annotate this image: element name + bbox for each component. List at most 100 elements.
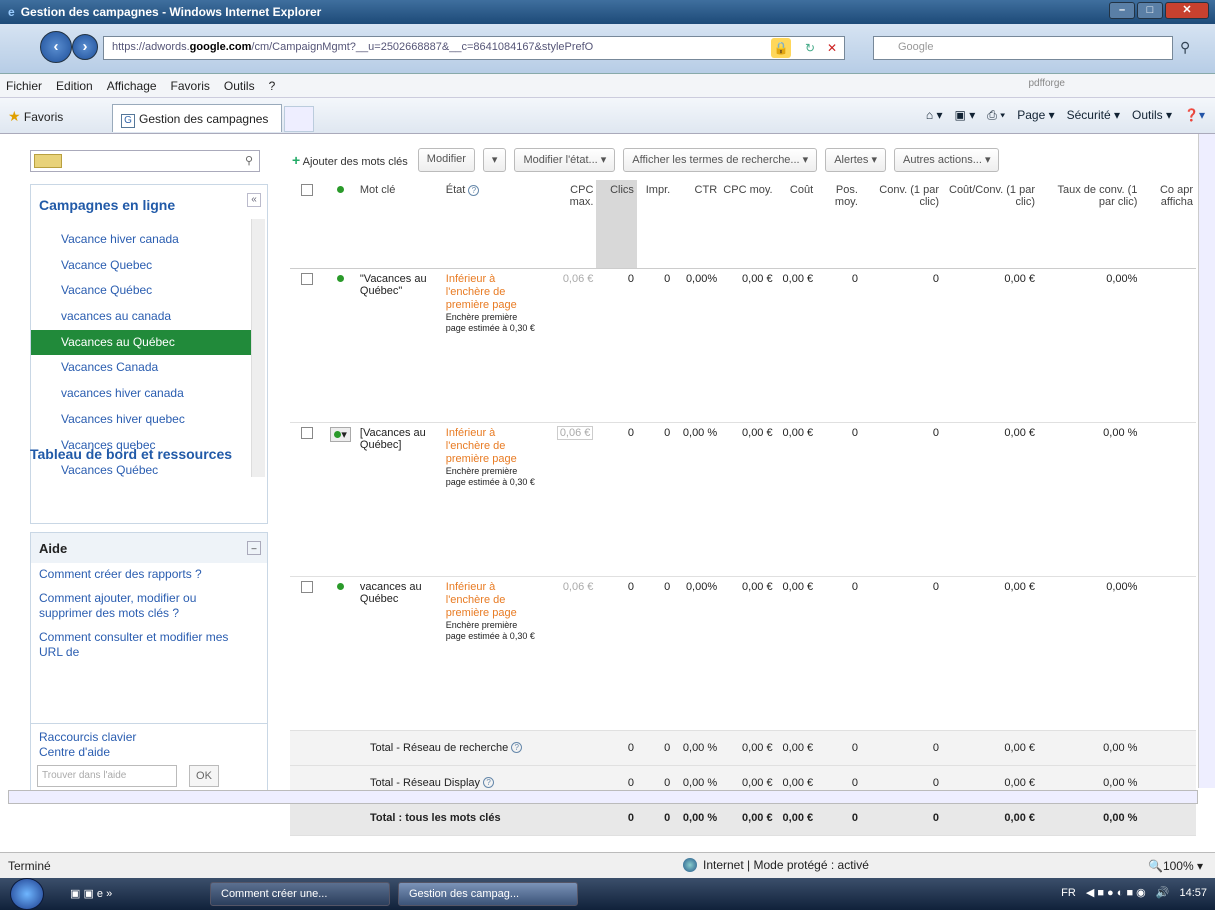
collapse-icon[interactable]: « [247, 193, 261, 207]
campaign-scrollbar[interactable] [251, 219, 265, 477]
back-button[interactable]: ‹ [40, 31, 72, 63]
menu-edition[interactable]: Edition [56, 79, 93, 93]
help-icon[interactable]: ❓▾ [1184, 108, 1205, 123]
col-keyword[interactable]: Mot clé [356, 180, 443, 269]
cpc-max-cell[interactable]: 0,06 € [540, 576, 597, 731]
alerts-button[interactable]: Alertes ▾ [825, 148, 887, 172]
menu-help[interactable]: ? [269, 79, 276, 93]
keyword-cell[interactable]: vacances au Québec [356, 576, 443, 731]
page-menu[interactable]: Page ▾ [1017, 108, 1054, 123]
cpc-max-cell[interactable]: 0,06 € [540, 268, 597, 423]
campaign-item[interactable]: vacances hiver canada [31, 381, 251, 407]
other-actions-button[interactable]: Autres actions... ▾ [894, 148, 1000, 172]
address-input[interactable]: https://adwords.google.com/cm/CampaignMg… [103, 36, 845, 60]
help-ok-button[interactable]: OK [189, 765, 219, 787]
campaign-item[interactable]: Vacances Canada [31, 355, 251, 381]
keyword-cell[interactable]: [Vacances au Québec] [356, 422, 443, 577]
row-checkbox[interactable] [301, 426, 314, 439]
modify-button[interactable]: Modifier [417, 148, 475, 172]
help-icon[interactable]: ? [511, 742, 523, 754]
col-extra[interactable]: Co apr afficha [1140, 180, 1196, 269]
horizontal-scrollbar[interactable] [8, 790, 1198, 804]
state-link[interactable]: Inférieur à l'enchère de première page [446, 581, 517, 619]
forward-button[interactable]: › [72, 34, 98, 60]
enabled-dot-icon[interactable] [337, 274, 345, 282]
security-zone[interactable]: Internet | Mode protégé : activé [683, 858, 869, 872]
menu-affichage[interactable]: Affichage [107, 79, 157, 93]
quicklaunch-icons[interactable]: ▣ ▣ e » [60, 882, 130, 906]
minimize-help-icon[interactable]: – [247, 541, 261, 555]
clock[interactable]: 14:57 [1179, 887, 1207, 899]
campaign-item[interactable]: Vacance hiver canada [31, 227, 251, 253]
status-dropdown[interactable]: ▾ [330, 426, 351, 442]
help-search-input[interactable]: Trouver dans l'aide [37, 765, 177, 787]
campaign-search-input[interactable]: ⚲ [30, 150, 260, 172]
menu-favoris[interactable]: Favoris [171, 79, 210, 93]
start-button[interactable] [10, 878, 44, 910]
help-link[interactable]: Comment consulter et modifier mes URL de [39, 630, 239, 660]
enabled-dot-icon[interactable] [337, 582, 345, 590]
col-cost[interactable]: Coût [775, 180, 817, 269]
state-link[interactable]: Inférieur à l'enchère de première page [446, 273, 517, 311]
state-link[interactable]: Inférieur à l'enchère de première page [446, 427, 517, 465]
help-link[interactable]: Comment ajouter, modifier ou supprimer d… [39, 591, 239, 621]
vertical-scrollbar[interactable] [1198, 134, 1215, 788]
modify-dropdown-icon[interactable]: ▾ [482, 148, 507, 172]
col-cpc-avg[interactable]: CPC moy. [720, 180, 776, 269]
select-all-checkbox[interactable] [301, 184, 314, 196]
search-icon[interactable]: ⚲ [245, 154, 253, 167]
keyword-cell[interactable]: "Vacances au Québec" [356, 268, 443, 423]
help-link[interactable]: Comment créer des rapports ? [39, 567, 239, 582]
taskbar-item[interactable]: Comment créer une... [210, 882, 390, 906]
dashboard-link[interactable]: Tableau de bord et ressources [30, 446, 232, 462]
campaign-item[interactable]: Vacance Québec [31, 278, 251, 304]
volume-icon[interactable]: 🔊 [1156, 886, 1170, 899]
col-conv-rate[interactable]: Taux de conv. (1 par clic) [1038, 180, 1141, 269]
col-cpc-max[interactable]: CPC max. [540, 180, 597, 269]
campaign-item[interactable]: Vacances hiver quebec [31, 407, 251, 433]
col-pos[interactable]: Pos. moy. [816, 180, 861, 269]
taskbar-item-active[interactable]: Gestion des campag... [398, 882, 578, 906]
cpc-max-cell[interactable]: 0,06 € [540, 422, 597, 577]
search-icon[interactable]: ⚲ [1180, 39, 1190, 56]
col-ctr[interactable]: CTR [673, 180, 721, 269]
campaign-item[interactable]: Vacance Quebec [31, 253, 251, 279]
campaign-item-selected[interactable]: Vacances au Québec [31, 329, 251, 356]
help-center-link[interactable]: Centre d'aide [39, 745, 259, 760]
row-checkbox[interactable] [301, 272, 314, 285]
add-keywords-button[interactable]: + Ajouter des mots clés [290, 148, 410, 172]
refresh-icon[interactable]: ↻ [800, 38, 820, 58]
close-button[interactable]: ✕ [1165, 2, 1209, 19]
security-menu[interactable]: Sécurité ▾ [1067, 108, 1120, 123]
tools-menu[interactable]: Outils ▾ [1132, 108, 1172, 123]
maximize-button[interactable]: □ [1137, 2, 1163, 19]
tray-icons[interactable]: ◀ ■ ● ◐ ■ ◉ [1086, 886, 1146, 899]
menu-fichier[interactable]: Fichier [6, 79, 42, 93]
menu-outils[interactable]: Outils [224, 79, 255, 93]
favorites-button[interactable]: ★ Favoris [8, 108, 63, 125]
search-input[interactable]: Google [873, 36, 1173, 60]
stop-icon[interactable]: ✕ [822, 38, 842, 58]
col-cost-conv[interactable]: Coût/Conv. (1 par clic) [942, 180, 1039, 269]
minimize-button[interactable]: – [1109, 2, 1135, 19]
lock-icon[interactable]: 🔒 [771, 38, 791, 58]
help-icon[interactable]: ? [468, 184, 480, 196]
campaigns-heading[interactable]: Campagnes en ligne [39, 197, 175, 213]
keyboard-shortcuts-link[interactable]: Raccourcis clavier [39, 730, 259, 745]
pdfforge-toolbar[interactable]: pdfforge [1028, 78, 1065, 89]
col-impr[interactable]: Impr. [636, 180, 674, 269]
col-state[interactable]: État ? [442, 180, 541, 269]
row-checkbox[interactable] [301, 580, 314, 593]
show-search-terms-button[interactable]: Afficher les termes de recherche... ▾ [623, 148, 818, 172]
modify-state-button[interactable]: Modifier l'état... ▾ [514, 148, 616, 172]
col-conv[interactable]: Conv. (1 par clic) [860, 180, 943, 269]
help-icon[interactable]: ? [483, 777, 495, 789]
col-clics[interactable]: Clics [596, 180, 637, 269]
browser-tab[interactable]: G Gestion des campagnes [112, 104, 282, 132]
language-indicator[interactable]: FR [1061, 887, 1076, 899]
campaign-item[interactable]: Vacances Québec [31, 458, 251, 484]
feeds-icon[interactable]: ▣ ▾ [955, 108, 976, 123]
campaign-item[interactable]: vacances au canada [31, 304, 251, 330]
home-icon[interactable]: ⌂ ▾ [926, 108, 943, 123]
zoom-level[interactable]: 🔍100% ▾ [1148, 859, 1203, 873]
